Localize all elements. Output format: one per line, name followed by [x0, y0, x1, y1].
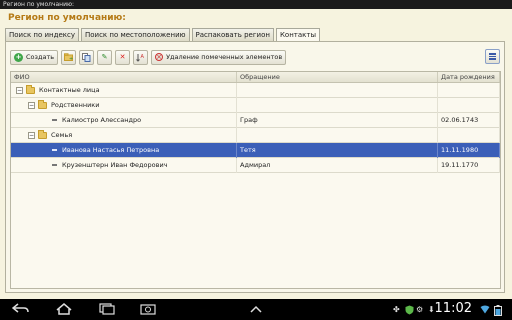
tab-search-by-index[interactable]: Поиск по индексу — [5, 28, 79, 41]
table-row[interactable]: Калиостро Алессандро Граф 02.06.1743 — [11, 112, 500, 128]
row-name: Иванова Настасья Петровна — [62, 145, 160, 154]
table-row-selected[interactable]: Иванова Настасья Петровна Тетя 11.11.198… — [11, 142, 500, 158]
delete-icon: × — [155, 53, 164, 61]
row-name: Родственники — [51, 100, 100, 109]
up-arrow-icon[interactable] — [249, 303, 263, 318]
usb-icon: ✤ — [393, 305, 400, 314]
toolbar: + Создать + ✎ ✕ A × Удаление помеченных … — [10, 49, 289, 65]
shield-icon — [405, 305, 414, 317]
column-header-title[interactable]: Обращение — [237, 72, 438, 82]
birth-cell — [438, 127, 500, 143]
name-cell: − Родственники — [11, 97, 237, 113]
name-cell: − Семья — [11, 127, 237, 143]
delete-marked-button[interactable]: × Удаление помеченных элементов — [151, 49, 287, 65]
battery-icon — [494, 305, 502, 318]
birth-cell: 19.11.1770 — [438, 157, 500, 173]
menu-icon-line — [489, 53, 496, 55]
folder-icon — [26, 84, 35, 94]
window-title: Регион по умолчанию: — [3, 1, 75, 8]
android-system-bar: ✤ ⚙ ⬇ 11:02 — [0, 299, 512, 320]
item-icon — [52, 119, 57, 121]
create-button-label: Создать — [26, 53, 55, 61]
delete-marked-label: Удаление помеченных элементов — [166, 53, 283, 61]
title-cell: Адмирал — [237, 157, 438, 173]
tab-unpack-region[interactable]: Распаковать регион — [191, 28, 274, 41]
edit-button[interactable]: ✎ — [97, 49, 113, 65]
status-clock: 11:02 — [434, 301, 472, 316]
recent-apps-icon[interactable] — [98, 303, 116, 318]
wifi-icon — [480, 305, 490, 316]
close-icon: ✕ — [119, 52, 126, 61]
name-cell: Крузенштерн Иван Федорович — [11, 157, 237, 173]
svg-text:A: A — [141, 54, 145, 60]
pencil-icon: ✎ — [101, 52, 108, 61]
sort-icon: A — [136, 53, 145, 62]
app-window: Регион по умолчанию: Поиск по индексу По… — [0, 9, 512, 299]
tab-contacts[interactable]: Контакты — [275, 28, 320, 42]
row-name: Семья — [51, 130, 73, 139]
sort-button[interactable]: A — [133, 49, 149, 65]
name-cell: − Контактные лица — [11, 82, 237, 98]
item-icon — [52, 149, 57, 151]
collapse-toggle[interactable]: − — [16, 86, 23, 94]
table-header: ФИО Обращение Дата рождения — [11, 72, 500, 83]
form-title: Регион по умолчанию: — [8, 13, 126, 23]
row-name: Крузенштерн Иван Федорович — [62, 160, 168, 169]
item-icon — [52, 164, 57, 166]
table-row[interactable]: − Семья — [11, 127, 500, 143]
settings-icon: ⚙ — [416, 305, 424, 314]
title-cell — [237, 127, 438, 143]
column-header-birth[interactable]: Дата рождения — [438, 72, 500, 82]
home-icon[interactable] — [55, 303, 73, 318]
collapse-toggle[interactable]: − — [28, 131, 35, 139]
row-name: Калиостро Алессандро — [62, 115, 142, 124]
row-name: Контактные лица — [39, 85, 100, 94]
folder-icon — [38, 129, 47, 139]
name-cell: Калиостро Алессандро — [11, 112, 237, 128]
name-cell: Иванова Настасья Петровна — [11, 142, 237, 158]
plus-icon: + — [14, 52, 23, 62]
screenshot-icon[interactable] — [140, 303, 156, 318]
birth-cell: 02.06.1743 — [438, 112, 500, 128]
birth-cell: 11.11.1980 — [438, 142, 500, 158]
collapse-toggle[interactable]: − — [28, 101, 35, 109]
title-cell: Тетя — [237, 142, 438, 158]
title-cell — [237, 97, 438, 113]
svg-text:+: + — [69, 56, 73, 61]
copy-button[interactable] — [79, 49, 95, 65]
table-row[interactable]: − Родственники — [11, 97, 500, 113]
title-cell: Граф — [237, 112, 438, 128]
copy-icon — [82, 52, 91, 62]
create-group-button[interactable]: + — [61, 49, 77, 65]
table-row[interactable]: Крузенштерн Иван Федорович Адмирал 19.11… — [11, 157, 500, 173]
birth-cell — [438, 97, 500, 113]
folder-icon — [38, 99, 47, 109]
birth-cell — [438, 82, 500, 98]
tab-bar: Поиск по индексу Поиск по местоположению… — [5, 28, 322, 42]
mark-delete-button[interactable]: ✕ — [115, 49, 131, 65]
menu-icon-line — [489, 55, 496, 58]
table-row[interactable]: − Контактные лица — [11, 82, 500, 98]
add-folder-icon: + — [64, 52, 73, 62]
menu-icon-line — [489, 58, 496, 60]
more-menu-button[interactable] — [485, 49, 500, 64]
title-cell — [237, 82, 438, 98]
contacts-table: ФИО Обращение Дата рождения − Контактные… — [10, 71, 501, 289]
window-titlebar: Регион по умолчанию: — [0, 0, 512, 9]
tab-search-by-location[interactable]: Поиск по местоположению — [80, 28, 190, 41]
create-button[interactable]: + Создать — [10, 49, 59, 65]
contacts-panel: + Создать + ✎ ✕ A × Удаление помеченных … — [5, 41, 505, 293]
back-icon[interactable] — [11, 303, 30, 318]
column-header-name[interactable]: ФИО — [11, 72, 237, 82]
